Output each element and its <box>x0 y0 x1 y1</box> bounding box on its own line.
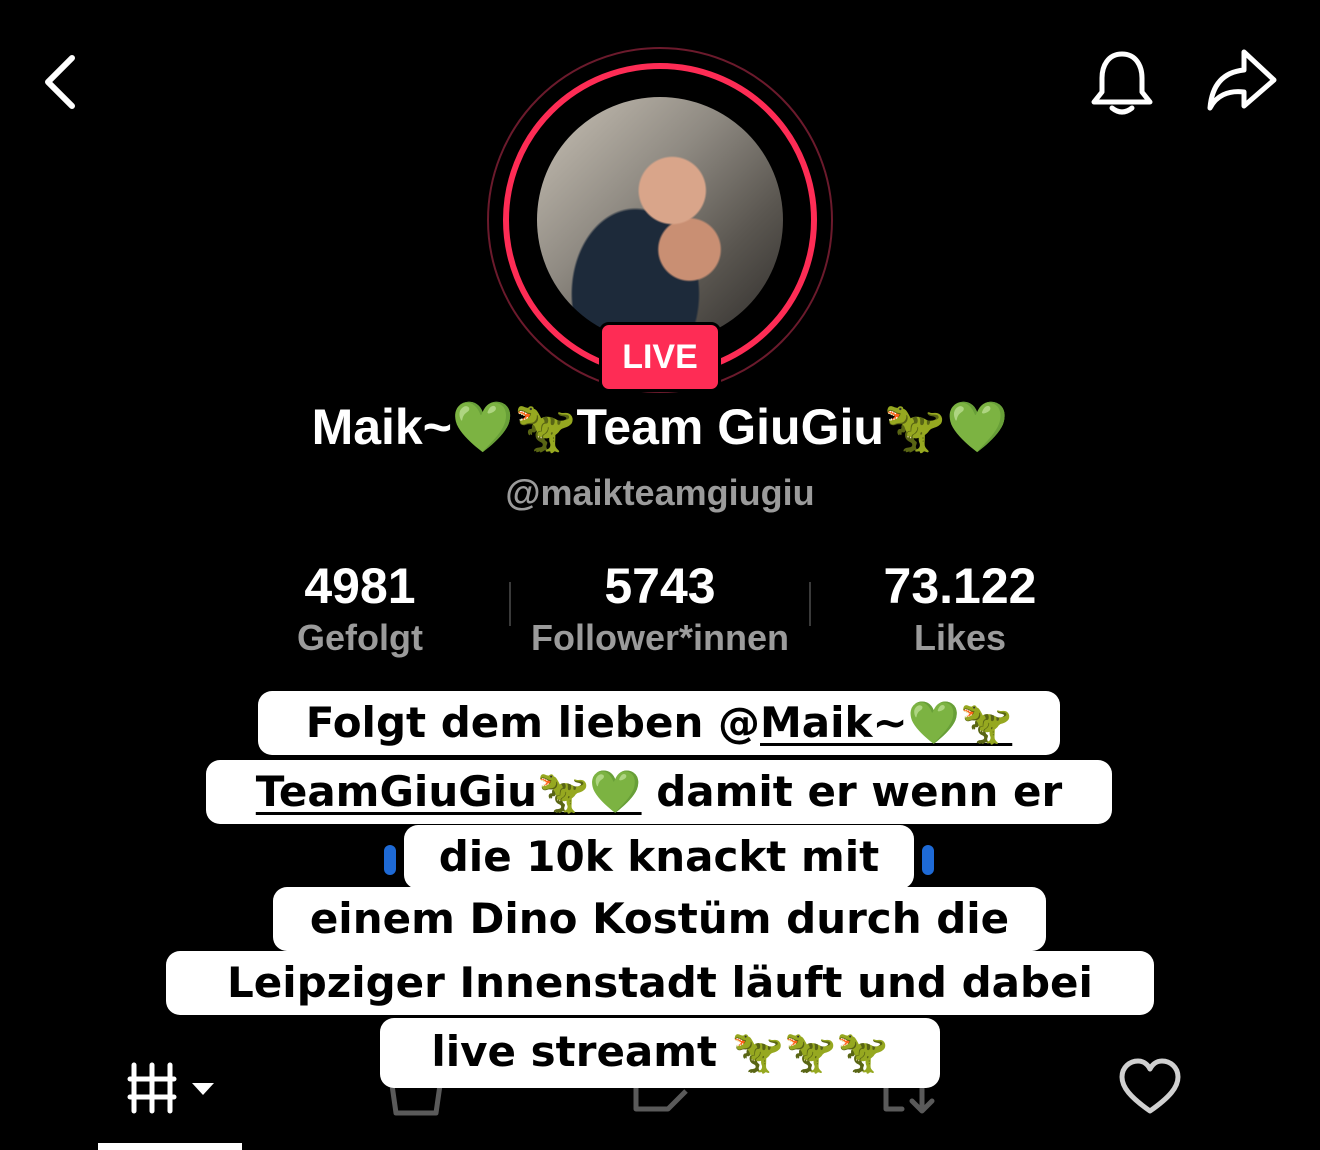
caption-mention[interactable]: TeamGiuGiu🦖💚 <box>256 767 642 816</box>
caption-mention[interactable]: Maik~💚🦖 <box>760 698 1012 747</box>
avatar[interactable] <box>537 97 783 343</box>
display-name: Maik~💚🦖Team GiuGiu🦖💚 <box>311 399 1009 455</box>
caption-line: live streamt 🦖🦖🦖 <box>380 1018 940 1088</box>
tab-videos[interactable] <box>126 1055 218 1119</box>
blue-dot-icon <box>922 845 934 875</box>
username: @maikteamgiugiu <box>505 472 815 513</box>
grid-icon <box>127 1062 214 1114</box>
heart-icon <box>1119 1058 1181 1114</box>
back-chevron-icon[interactable] <box>36 50 84 114</box>
bell-icon[interactable] <box>1088 46 1156 118</box>
blue-dot-icon <box>384 845 396 875</box>
stat-following[interactable]: 4981 Gefolgt <box>210 556 510 660</box>
stat-followers[interactable]: 5743 Follower*innen <box>510 556 810 660</box>
caption-line: TeamGiuGiu🦖💚 damit er wenn er <box>206 760 1112 824</box>
caption-line: Leipziger Innenstadt läuft und dabei <box>166 951 1154 1015</box>
tab-active-indicator <box>98 1143 242 1150</box>
caption-line: einem Dino Kostüm durch die <box>273 887 1046 951</box>
stat-followers-label: Follower*innen <box>530 617 789 658</box>
caption-line: die 10k knackt mit <box>404 825 914 889</box>
live-badge[interactable]: LIVE <box>599 322 721 392</box>
caption-line: Folgt dem lieben @Maik~💚🦖 <box>258 691 1060 755</box>
stat-likes[interactable]: 73.122 Likes <box>810 556 1110 660</box>
stat-likes-value: 73.122 <box>883 558 1037 614</box>
stat-followers-value: 5743 <box>604 558 716 614</box>
stat-likes-label: Likes <box>913 617 1007 658</box>
caption-text: damit er wenn er <box>641 767 1063 816</box>
share-arrow-icon[interactable] <box>1204 46 1280 116</box>
caption-text: Folgt dem lieben @ <box>305 698 761 747</box>
stat-following-value: 4981 <box>304 558 416 614</box>
tab-liked[interactable] <box>1116 1055 1184 1119</box>
stat-following-label: Gefolgt <box>297 617 423 658</box>
